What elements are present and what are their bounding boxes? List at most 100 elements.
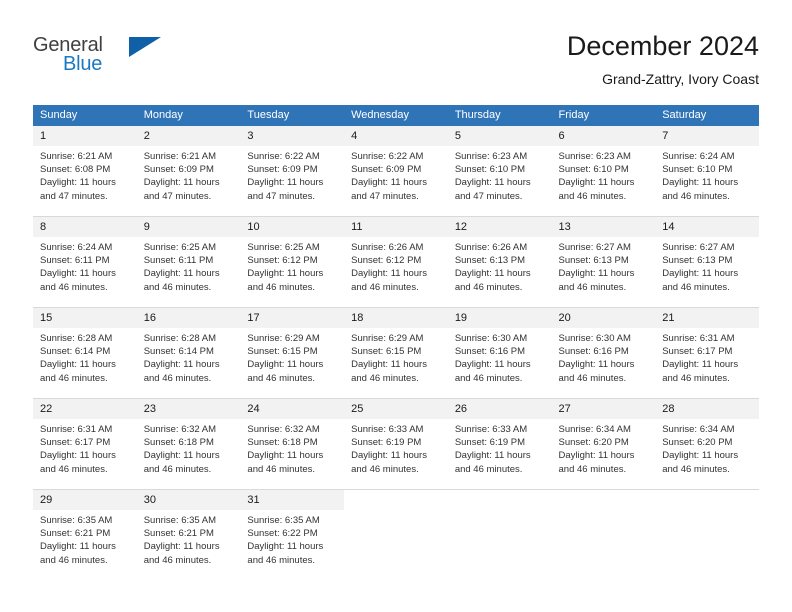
- day-details: Sunrise: 6:35 AM Sunset: 6:21 PM Daylight:…: [137, 510, 241, 567]
- day-number: 14: [655, 217, 759, 237]
- day-cell-content: 10 Sunrise: 6:25 AM Sunset: 6:12 PM Dayligh…: [240, 217, 345, 307]
- title-block: December 2024 Grand-Zattry, Ivory Coast: [567, 30, 759, 88]
- weekday-header-saturday: Saturday: [655, 105, 759, 126]
- sunset-time: Sunset: 6:19 PM: [351, 437, 422, 449]
- calendar-week-row: 8 Sunrise: 6:24 AM Sunset: 6:11 PM Daylight…: [33, 216, 759, 308]
- sunset-time: Sunset: 6:16 PM: [558, 346, 629, 358]
- day-cell[interactable]: 29 Sunrise: 6:35 AM Sunset: 6:21 PM Dayligh…: [33, 489, 137, 580]
- day-cell[interactable]: 1 Sunrise: 6:21 AM Sunset: 6:08 PM Daylight…: [33, 126, 137, 217]
- weekday-header-thursday: Thursday: [447, 105, 552, 126]
- daylight-duration-line1: Daylight: 11 hours: [558, 268, 635, 280]
- sunrise-time: Sunrise: 6:32 AM: [247, 424, 320, 435]
- daylight-duration-line1: Daylight: 11 hours: [351, 450, 427, 462]
- day-cell-content: 14 Sunrise: 6:27 AM Sunset: 6:13 PM Dayligh…: [655, 217, 759, 307]
- sunset-time: Sunset: 6:11 PM: [40, 255, 110, 267]
- day-cell-content: 21 Sunrise: 6:31 AM Sunset: 6:17 PM Dayligh…: [655, 308, 759, 398]
- page-title: December 2024: [566, 31, 759, 61]
- day-cell[interactable]: 10 Sunrise: 6:25 AM Sunset: 6:12 PM Dayligh…: [240, 216, 345, 308]
- day-details: Sunrise: 6:34 AM Sunset: 6:20 PM Daylight:…: [655, 419, 759, 476]
- day-cell[interactable]: 7 Sunrise: 6:24 AM Sunset: 6:10 PM Daylight…: [655, 126, 759, 217]
- day-cell-content: 15 Sunrise: 6:28 AM Sunset: 6:14 PM Dayligh…: [33, 308, 137, 398]
- sunset-time: Sunset: 6:13 PM: [454, 255, 526, 267]
- calendar-week-row: 15 Sunrise: 6:28 AM Sunset: 6:14 PM Dayligh…: [33, 307, 759, 399]
- day-cell[interactable]: 30 Sunrise: 6:35 AM Sunset: 6:21 PM Dayligh…: [136, 489, 241, 580]
- weekday-header-tuesday: Tuesday: [240, 105, 345, 126]
- day-details: Sunrise: 6:30 AM Sunset: 6:16 PM Daylight:…: [552, 328, 656, 385]
- day-cell-content: 30 Sunrise: 6:35 AM Sunset: 6:21 PM Dayligh…: [136, 490, 241, 580]
- calendar-week-row: 22 Sunrise: 6:31 AM Sunset: 6:17 PM Dayligh…: [33, 398, 759, 490]
- sunrise-time: Sunrise: 6:30 AM: [454, 333, 528, 344]
- day-cell[interactable]: 9 Sunrise: 6:25 AM Sunset: 6:11 PM Daylight…: [136, 216, 241, 308]
- day-details: [552, 510, 656, 514]
- day-cell[interactable]: 25 Sunrise: 6:33 AM Sunset: 6:19 PM Dayligh…: [344, 398, 448, 490]
- day-cell-content: [655, 490, 759, 580]
- day-details: Sunrise: 6:22 AM Sunset: 6:09 PM Daylight:…: [344, 146, 448, 203]
- calendar-week-row: 1 Sunrise: 6:21 AM Sunset: 6:08 PM Daylight…: [33, 126, 759, 217]
- sunset-time: Sunset: 6:22 PM: [247, 528, 318, 540]
- calendar-page: General Blue December 2024 Grand-Zattry,…: [0, 0, 792, 612]
- day-cell[interactable]: 16 Sunrise: 6:28 AM Sunset: 6:14 PM Dayligh…: [136, 307, 241, 399]
- weekday-header-sunday: Sunday: [33, 105, 137, 126]
- day-number: 30: [136, 490, 241, 510]
- day-cell-content: 31 Sunrise: 6:35 AM Sunset: 6:22 PM Dayligh…: [240, 490, 345, 580]
- day-number: 6: [551, 126, 656, 146]
- sunrise-time: Sunrise: 6:28 AM: [40, 333, 113, 344]
- day-cell[interactable]: 3 Sunrise: 6:22 AM Sunset: 6:09 PM Daylight…: [240, 126, 345, 217]
- day-cell-content: 26 Sunrise: 6:33 AM Sunset: 6:19 PM Dayligh…: [447, 399, 552, 489]
- calendar-body: 1 Sunrise: 6:21 AM Sunset: 6:08 PM Daylight…: [33, 126, 759, 580]
- page-header: General Blue December 2024 Grand-Zattry,…: [0, 0, 792, 100]
- sunrise-time: Sunrise: 6:24 AM: [40, 242, 113, 253]
- day-cell-content: 27 Sunrise: 6:34 AM Sunset: 6:20 PM Dayligh…: [551, 399, 656, 489]
- calendar-week-row: 29 Sunrise: 6:35 AM Sunset: 6:21 PM Dayligh…: [33, 489, 759, 580]
- daylight-duration-line2: and 46 minutes.: [40, 463, 108, 475]
- sunset-time: Sunset: 6:12 PM: [351, 255, 422, 267]
- day-details: Sunrise: 6:31 AM Sunset: 6:17 PM Daylight:…: [33, 419, 137, 476]
- daylight-duration-line2: and 47 minutes.: [247, 190, 316, 202]
- day-cell[interactable]: 6 Sunrise: 6:23 AM Sunset: 6:10 PM Daylight…: [551, 126, 656, 217]
- day-cell[interactable]: 18 Sunrise: 6:29 AM Sunset: 6:15 PM Dayligh…: [344, 307, 448, 399]
- day-cell[interactable]: 17 Sunrise: 6:29 AM Sunset: 6:15 PM Dayligh…: [240, 307, 345, 399]
- sunrise-time: Sunrise: 6:32 AM: [143, 424, 217, 435]
- day-details: Sunrise: 6:32 AM Sunset: 6:18 PM Daylight:…: [137, 419, 241, 476]
- day-cell[interactable]: 27 Sunrise: 6:34 AM Sunset: 6:20 PM Dayligh…: [551, 398, 656, 490]
- day-cell[interactable]: 23 Sunrise: 6:32 AM Sunset: 6:18 PM Dayligh…: [136, 398, 241, 490]
- daylight-duration-line1: Daylight: 11 hours: [558, 359, 635, 371]
- day-cell[interactable]: 20 Sunrise: 6:30 AM Sunset: 6:16 PM Dayligh…: [551, 307, 656, 399]
- sunset-time: Sunset: 6:15 PM: [247, 346, 318, 358]
- day-details: Sunrise: 6:29 AM Sunset: 6:15 PM Daylight:…: [344, 328, 448, 385]
- daylight-duration-line2: and 46 minutes.: [351, 463, 419, 475]
- daylight-duration-line1: Daylight: 11 hours: [143, 177, 220, 189]
- sunrise-time: Sunrise: 6:25 AM: [247, 242, 320, 253]
- day-cell-content: 24 Sunrise: 6:32 AM Sunset: 6:18 PM Dayligh…: [240, 399, 345, 489]
- day-cell[interactable]: 2 Sunrise: 6:21 AM Sunset: 6:09 PM Daylight…: [136, 126, 241, 217]
- day-cell[interactable]: 4 Sunrise: 6:22 AM Sunset: 6:09 PM Daylight…: [344, 126, 448, 217]
- day-cell[interactable]: 13 Sunrise: 6:27 AM Sunset: 6:13 PM Dayligh…: [551, 216, 656, 308]
- sunset-time: Sunset: 6:21 PM: [40, 528, 111, 540]
- day-cell[interactable]: 5 Sunrise: 6:23 AM Sunset: 6:10 PM Daylight…: [447, 126, 552, 217]
- daylight-duration-line2: and 46 minutes.: [454, 463, 523, 475]
- day-number: 24: [240, 399, 345, 419]
- day-cell[interactable]: 21 Sunrise: 6:31 AM Sunset: 6:17 PM Dayligh…: [655, 307, 759, 399]
- day-cell[interactable]: 12 Sunrise: 6:26 AM Sunset: 6:13 PM Dayligh…: [447, 216, 552, 308]
- daylight-duration-line2: and 46 minutes.: [143, 281, 212, 293]
- day-cell[interactable]: 14 Sunrise: 6:27 AM Sunset: 6:13 PM Dayligh…: [655, 216, 759, 308]
- day-cell[interactable]: 15 Sunrise: 6:28 AM Sunset: 6:14 PM Dayligh…: [33, 307, 137, 399]
- general-blue-logo[interactable]: General Blue: [33, 34, 213, 80]
- day-cell[interactable]: 31 Sunrise: 6:35 AM Sunset: 6:22 PM Dayligh…: [240, 489, 345, 580]
- day-number: 9: [136, 217, 241, 237]
- day-cell[interactable]: 22 Sunrise: 6:31 AM Sunset: 6:17 PM Dayligh…: [33, 398, 137, 490]
- day-details: Sunrise: 6:21 AM Sunset: 6:08 PM Daylight:…: [33, 146, 137, 203]
- day-cell[interactable]: 19 Sunrise: 6:30 AM Sunset: 6:16 PM Dayligh…: [447, 307, 552, 399]
- day-cell-content: 17 Sunrise: 6:29 AM Sunset: 6:15 PM Dayligh…: [240, 308, 345, 398]
- day-cell-content: 1 Sunrise: 6:21 AM Sunset: 6:08 PM Daylight…: [33, 126, 137, 216]
- day-cell[interactable]: 26 Sunrise: 6:33 AM Sunset: 6:19 PM Dayligh…: [447, 398, 552, 490]
- day-details: Sunrise: 6:29 AM Sunset: 6:15 PM Daylight:…: [240, 328, 344, 385]
- day-cell[interactable]: 28 Sunrise: 6:34 AM Sunset: 6:20 PM Dayligh…: [655, 398, 759, 490]
- day-cell[interactable]: 24 Sunrise: 6:32 AM Sunset: 6:18 PM Dayligh…: [240, 398, 345, 490]
- sunset-time: Sunset: 6:20 PM: [558, 437, 629, 449]
- day-cell[interactable]: 8 Sunrise: 6:24 AM Sunset: 6:11 PM Daylight…: [33, 216, 137, 308]
- sunset-time: Sunset: 6:21 PM: [143, 528, 214, 540]
- sunrise-time: Sunrise: 6:35 AM: [247, 515, 320, 526]
- day-cell[interactable]: 11 Sunrise: 6:26 AM Sunset: 6:12 PM Dayligh…: [344, 216, 448, 308]
- daylight-duration-line1: Daylight: 11 hours: [40, 541, 116, 553]
